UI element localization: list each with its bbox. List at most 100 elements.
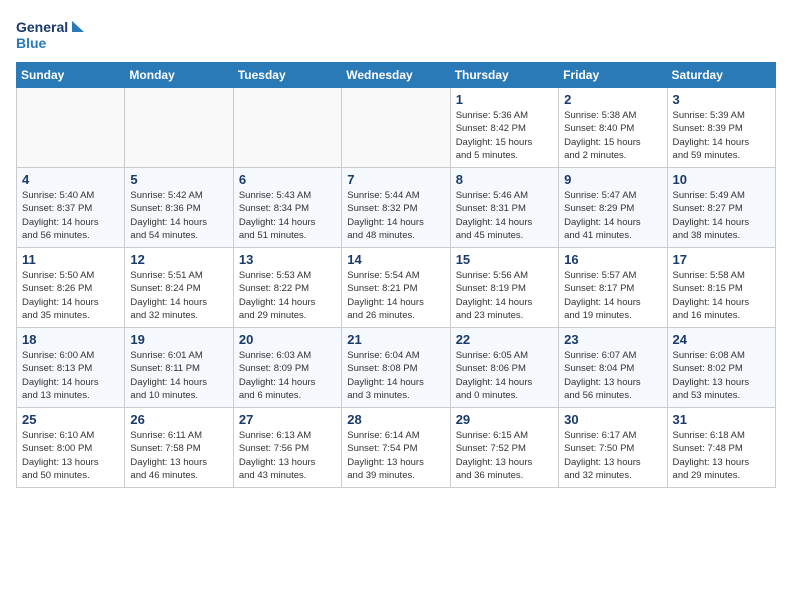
day-info: Sunrise: 6:17 AM Sunset: 7:50 PM Dayligh… bbox=[564, 429, 661, 482]
calendar-cell: 7 Sunrise: 5:44 AM Sunset: 8:32 PM Daylig… bbox=[342, 168, 450, 248]
day-info: Sunrise: 5:54 AM Sunset: 8:21 PM Dayligh… bbox=[347, 269, 444, 322]
calendar-cell: 15 Sunrise: 5:56 AM Sunset: 8:19 PM Dayli… bbox=[450, 248, 558, 328]
day-info: Sunrise: 6:01 AM Sunset: 8:11 PM Dayligh… bbox=[130, 349, 227, 402]
day-info: Sunrise: 5:40 AM Sunset: 8:37 PM Dayligh… bbox=[22, 189, 119, 242]
calendar-cell: 19 Sunrise: 6:01 AM Sunset: 8:11 PM Dayli… bbox=[125, 328, 233, 408]
calendar-cell: 17Sunrise: 5:58 AM Sunset: 8:15 PM Dayli… bbox=[667, 248, 775, 328]
calendar-cell: 2 Sunrise: 5:38 AM Sunset: 8:40 PM Daylig… bbox=[559, 88, 667, 168]
weekday-header-row: SundayMondayTuesdayWednesdayThursdayFrid… bbox=[17, 63, 776, 88]
day-info: Sunrise: 5:47 AM Sunset: 8:29 PM Dayligh… bbox=[564, 189, 661, 242]
day-info: Sunrise: 5:38 AM Sunset: 8:40 PM Dayligh… bbox=[564, 109, 661, 162]
calendar-cell: 1Sunrise: 5:36 AM Sunset: 8:42 PM Daylig… bbox=[450, 88, 558, 168]
day-info: Sunrise: 5:53 AM Sunset: 8:22 PM Dayligh… bbox=[239, 269, 336, 322]
day-info: Sunrise: 5:43 AM Sunset: 8:34 PM Dayligh… bbox=[239, 189, 336, 242]
day-info: Sunrise: 6:08 AM Sunset: 8:02 PM Dayligh… bbox=[673, 349, 770, 402]
day-info: Sunrise: 6:11 AM Sunset: 7:58 PM Dayligh… bbox=[130, 429, 227, 482]
calendar-cell: 27 Sunrise: 6:13 AM Sunset: 7:56 PM Dayli… bbox=[233, 408, 341, 488]
day-number: 11 bbox=[22, 252, 119, 267]
calendar-cell bbox=[17, 88, 125, 168]
day-number: 27 bbox=[239, 412, 336, 427]
weekday-header: Thursday bbox=[450, 63, 558, 88]
day-number: 15 bbox=[456, 252, 553, 267]
calendar-cell: 24 Sunrise: 6:08 AM Sunset: 8:02 PM Dayli… bbox=[667, 328, 775, 408]
day-info: Sunrise: 5:57 AM Sunset: 8:17 PM Dayligh… bbox=[564, 269, 661, 322]
day-number: 7 bbox=[347, 172, 444, 187]
calendar-cell: 22Sunrise: 6:05 AM Sunset: 8:06 PM Dayli… bbox=[450, 328, 558, 408]
logo: GeneralBlue bbox=[16, 16, 88, 54]
day-number: 2 bbox=[564, 92, 661, 107]
calendar-cell: 13 Sunrise: 5:53 AM Sunset: 8:22 PM Dayli… bbox=[233, 248, 341, 328]
calendar-cell bbox=[233, 88, 341, 168]
day-info: Sunrise: 6:05 AM Sunset: 8:06 PM Dayligh… bbox=[456, 349, 553, 402]
calendar-cell: 9 Sunrise: 5:47 AM Sunset: 8:29 PM Daylig… bbox=[559, 168, 667, 248]
svg-text:Blue: Blue bbox=[16, 35, 47, 51]
calendar-week-row: 25 Sunrise: 6:10 AM Sunset: 8:00 PM Dayli… bbox=[17, 408, 776, 488]
calendar-cell bbox=[125, 88, 233, 168]
calendar-cell: 8 Sunrise: 5:46 AM Sunset: 8:31 PM Daylig… bbox=[450, 168, 558, 248]
day-number: 29 bbox=[456, 412, 553, 427]
day-number: 28 bbox=[347, 412, 444, 427]
calendar-week-row: 11 Sunrise: 5:50 AM Sunset: 8:26 PM Dayli… bbox=[17, 248, 776, 328]
day-number: 13 bbox=[239, 252, 336, 267]
day-number: 10 bbox=[673, 172, 770, 187]
day-number: 5 bbox=[130, 172, 227, 187]
calendar-cell: 18Sunrise: 6:00 AM Sunset: 8:13 PM Dayli… bbox=[17, 328, 125, 408]
calendar-cell: 10Sunrise: 5:49 AM Sunset: 8:27 PM Dayli… bbox=[667, 168, 775, 248]
calendar-cell: 25 Sunrise: 6:10 AM Sunset: 8:00 PM Dayli… bbox=[17, 408, 125, 488]
day-info: Sunrise: 6:07 AM Sunset: 8:04 PM Dayligh… bbox=[564, 349, 661, 402]
day-number: 4 bbox=[22, 172, 119, 187]
day-number: 14 bbox=[347, 252, 444, 267]
day-number: 23 bbox=[564, 332, 661, 347]
calendar-cell: 20Sunrise: 6:03 AM Sunset: 8:09 PM Dayli… bbox=[233, 328, 341, 408]
calendar-cell: 30 Sunrise: 6:17 AM Sunset: 7:50 PM Dayli… bbox=[559, 408, 667, 488]
day-info: Sunrise: 5:50 AM Sunset: 8:26 PM Dayligh… bbox=[22, 269, 119, 322]
day-number: 31 bbox=[673, 412, 770, 427]
weekday-header: Wednesday bbox=[342, 63, 450, 88]
weekday-header: Saturday bbox=[667, 63, 775, 88]
calendar-week-row: 1Sunrise: 5:36 AM Sunset: 8:42 PM Daylig… bbox=[17, 88, 776, 168]
day-number: 16 bbox=[564, 252, 661, 267]
calendar-cell: 16 Sunrise: 5:57 AM Sunset: 8:17 PM Dayli… bbox=[559, 248, 667, 328]
day-number: 12 bbox=[130, 252, 227, 267]
day-info: Sunrise: 6:10 AM Sunset: 8:00 PM Dayligh… bbox=[22, 429, 119, 482]
svg-text:General: General bbox=[16, 19, 68, 35]
day-info: Sunrise: 6:04 AM Sunset: 8:08 PM Dayligh… bbox=[347, 349, 444, 402]
calendar-cell: 12Sunrise: 5:51 AM Sunset: 8:24 PM Dayli… bbox=[125, 248, 233, 328]
calendar-cell: 21 Sunrise: 6:04 AM Sunset: 8:08 PM Dayli… bbox=[342, 328, 450, 408]
day-info: Sunrise: 5:39 AM Sunset: 8:39 PM Dayligh… bbox=[673, 109, 770, 162]
calendar-cell: 29 Sunrise: 6:15 AM Sunset: 7:52 PM Dayli… bbox=[450, 408, 558, 488]
calendar-cell: 23 Sunrise: 6:07 AM Sunset: 8:04 PM Dayli… bbox=[559, 328, 667, 408]
calendar-cell: 3Sunrise: 5:39 AM Sunset: 8:39 PM Daylig… bbox=[667, 88, 775, 168]
calendar-table: SundayMondayTuesdayWednesdayThursdayFrid… bbox=[16, 62, 776, 488]
day-number: 30 bbox=[564, 412, 661, 427]
day-number: 8 bbox=[456, 172, 553, 187]
weekday-header: Monday bbox=[125, 63, 233, 88]
day-number: 19 bbox=[130, 332, 227, 347]
calendar-cell: 31 Sunrise: 6:18 AM Sunset: 7:48 PM Dayli… bbox=[667, 408, 775, 488]
day-info: Sunrise: 5:58 AM Sunset: 8:15 PM Dayligh… bbox=[673, 269, 770, 322]
day-number: 21 bbox=[347, 332, 444, 347]
calendar-week-row: 4 Sunrise: 5:40 AM Sunset: 8:37 PM Daylig… bbox=[17, 168, 776, 248]
day-number: 9 bbox=[564, 172, 661, 187]
logo-icon: GeneralBlue bbox=[16, 16, 88, 54]
day-info: Sunrise: 5:56 AM Sunset: 8:19 PM Dayligh… bbox=[456, 269, 553, 322]
calendar-cell: 28 Sunrise: 6:14 AM Sunset: 7:54 PM Dayli… bbox=[342, 408, 450, 488]
day-number: 25 bbox=[22, 412, 119, 427]
day-info: Sunrise: 6:14 AM Sunset: 7:54 PM Dayligh… bbox=[347, 429, 444, 482]
day-info: Sunrise: 5:46 AM Sunset: 8:31 PM Dayligh… bbox=[456, 189, 553, 242]
day-info: Sunrise: 5:44 AM Sunset: 8:32 PM Dayligh… bbox=[347, 189, 444, 242]
weekday-header: Sunday bbox=[17, 63, 125, 88]
day-number: 20 bbox=[239, 332, 336, 347]
day-number: 24 bbox=[673, 332, 770, 347]
calendar-cell: 14 Sunrise: 5:54 AM Sunset: 8:21 PM Dayli… bbox=[342, 248, 450, 328]
weekday-header: Friday bbox=[559, 63, 667, 88]
day-info: Sunrise: 6:13 AM Sunset: 7:56 PM Dayligh… bbox=[239, 429, 336, 482]
day-info: Sunrise: 6:15 AM Sunset: 7:52 PM Dayligh… bbox=[456, 429, 553, 482]
day-info: Sunrise: 6:18 AM Sunset: 7:48 PM Dayligh… bbox=[673, 429, 770, 482]
day-number: 18 bbox=[22, 332, 119, 347]
calendar-cell: 6 Sunrise: 5:43 AM Sunset: 8:34 PM Daylig… bbox=[233, 168, 341, 248]
day-info: Sunrise: 5:36 AM Sunset: 8:42 PM Dayligh… bbox=[456, 109, 553, 162]
calendar-cell: 4 Sunrise: 5:40 AM Sunset: 8:37 PM Daylig… bbox=[17, 168, 125, 248]
day-number: 6 bbox=[239, 172, 336, 187]
day-number: 26 bbox=[130, 412, 227, 427]
